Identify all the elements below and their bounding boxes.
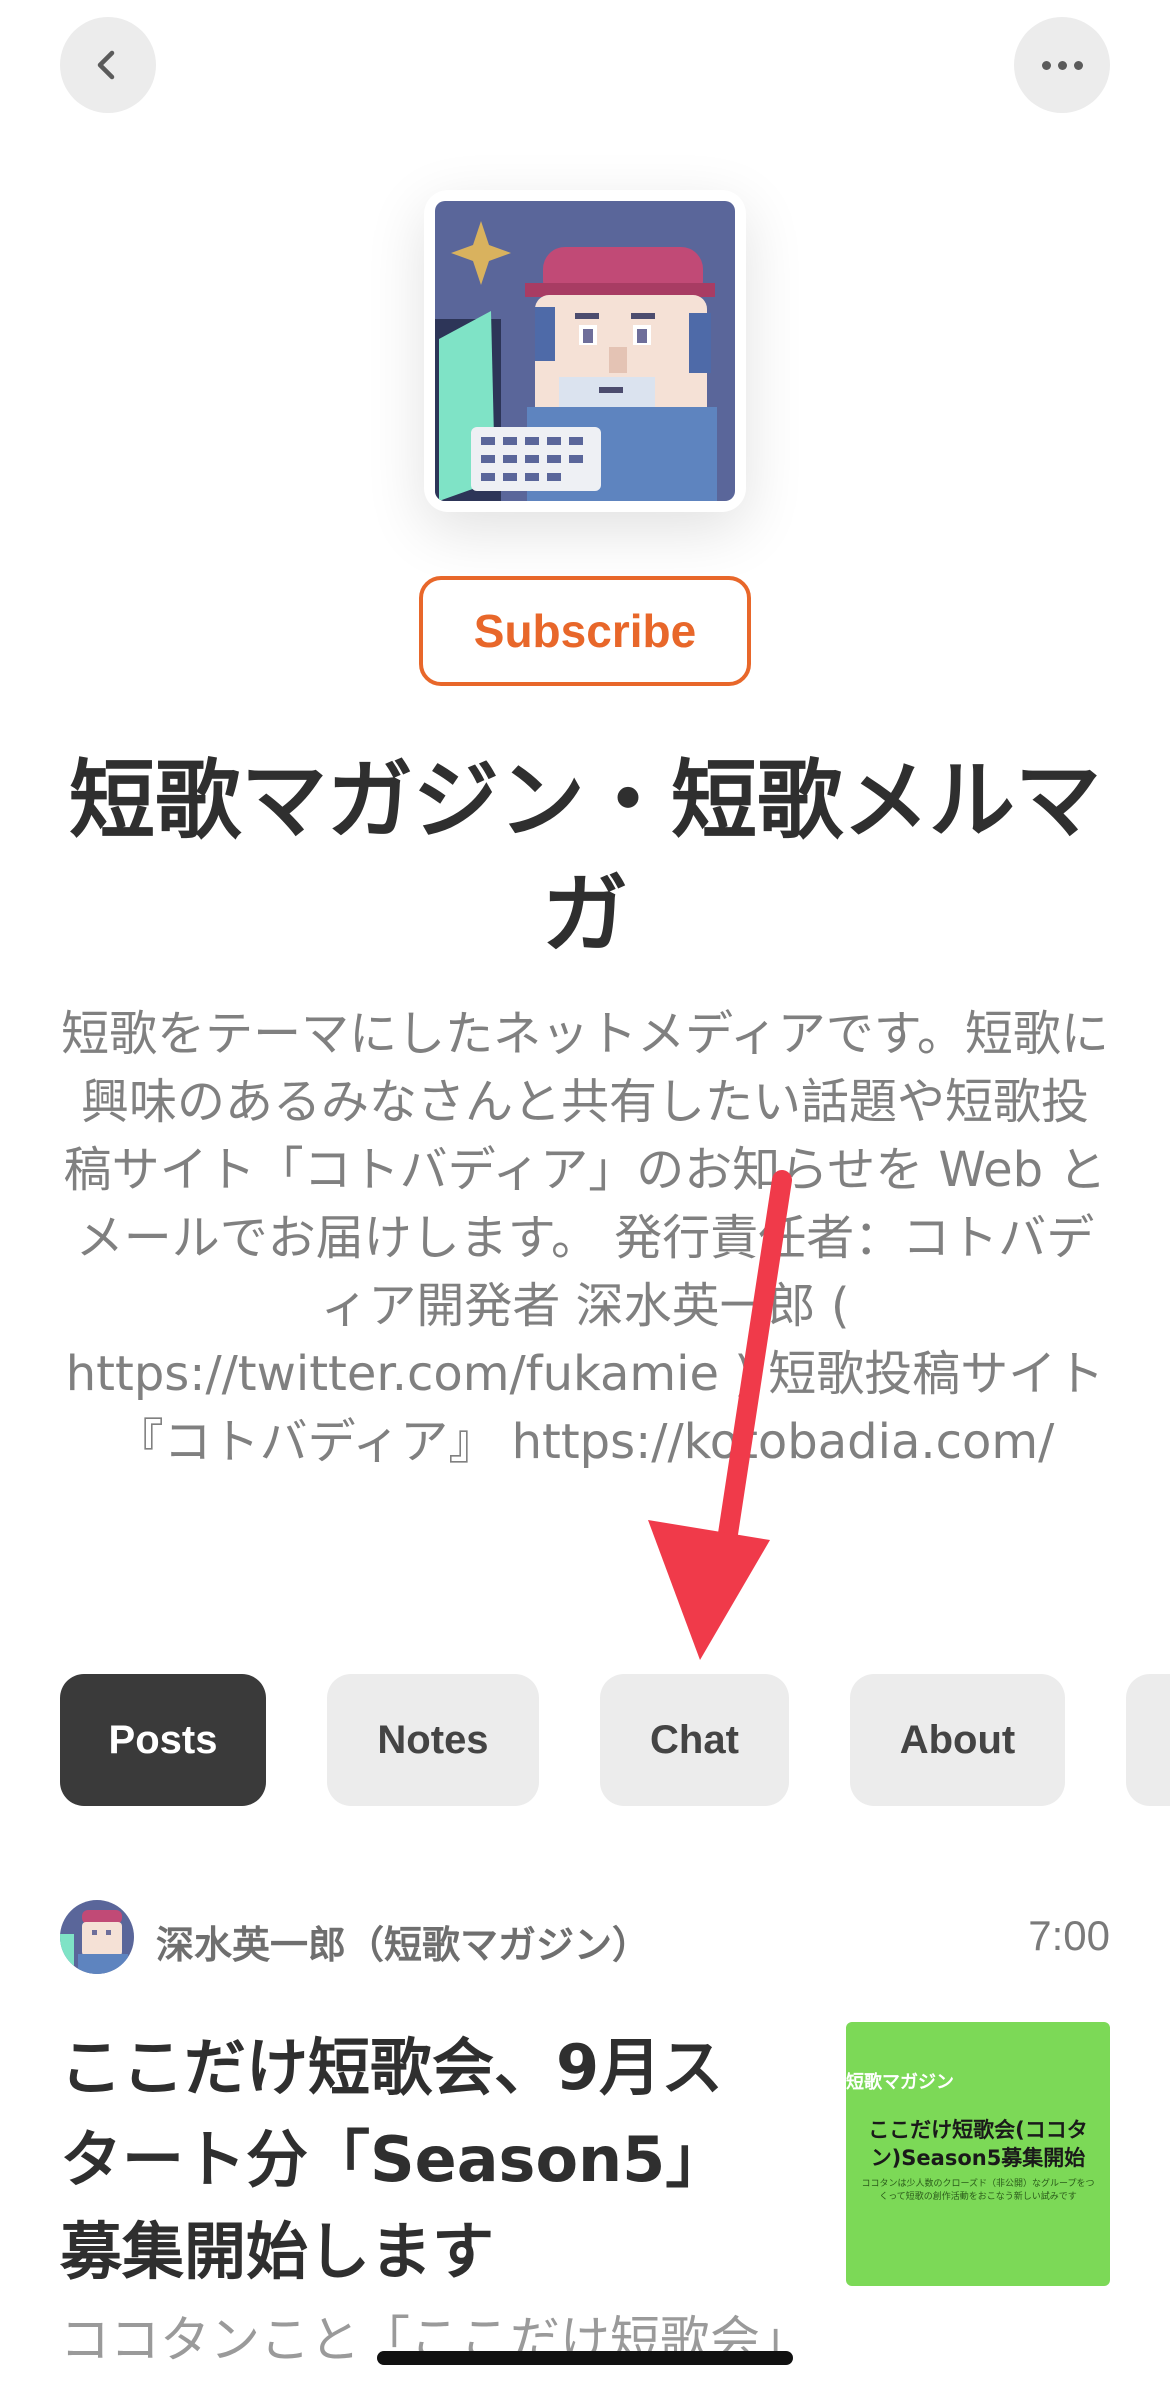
post-time: 7:00 [1028, 1912, 1110, 1959]
post-title[interactable]: ここだけ短歌会、9月スタート分「Season5」募集開始します [60, 2022, 780, 2298]
home-indicator [377, 2351, 793, 2365]
more-horizontal-icon [1041, 60, 1083, 70]
publication-logo [424, 190, 746, 512]
author-name[interactable]: 深水英一郎（短歌マガジン） [156, 1914, 650, 1969]
thumbnail-title: ここだけ短歌会(ココタン)Season5募集開始 [868, 2118, 1088, 2170]
thumbnail-brand: 短歌マガジン [846, 2072, 954, 2093]
publication-description: 短歌をテーマにしたネットメディアです。短歌に興味のあるみなさんと共有したい話題や… [61, 1006, 1109, 1470]
publication-tabs: Posts Notes Chat About [0, 1674, 1170, 1806]
tab-about[interactable]: About [850, 1674, 1065, 1806]
thumbnail-description: ココタンは少人数のクローズド（非公開）なグループをつくって短歌の創作活動をおこな… [861, 2179, 1095, 2202]
post-thumbnail[interactable]: 短歌マガジン ここだけ短歌会(ココタン)Season5募集開始 ココタンは少人数… [846, 2022, 1110, 2286]
post-excerpt[interactable]: ココタンこと「ここだけ短歌会」9月スタート分募集します [60, 2300, 780, 2380]
tab-notes[interactable]: Notes [327, 1674, 539, 1806]
subscribe-button[interactable]: Subscribe [419, 576, 751, 686]
author-avatar[interactable] [60, 1900, 134, 1974]
chevron-left-icon [97, 50, 115, 80]
tab-chat[interactable]: Chat [600, 1674, 789, 1806]
avatar-icon [60, 1900, 134, 1974]
pixel-art-logo-icon [435, 201, 735, 501]
tab-posts[interactable]: Posts [60, 1674, 266, 1806]
tab-more-overflow[interactable] [1126, 1674, 1170, 1806]
publication-title: 短歌マガジン・短歌メルマガ [69, 751, 1101, 965]
back-button[interactable] [60, 17, 156, 113]
more-options-button[interactable] [1014, 17, 1110, 113]
post-meta: 深水英一郎（短歌マガジン） 7:00 [60, 1900, 1110, 1974]
